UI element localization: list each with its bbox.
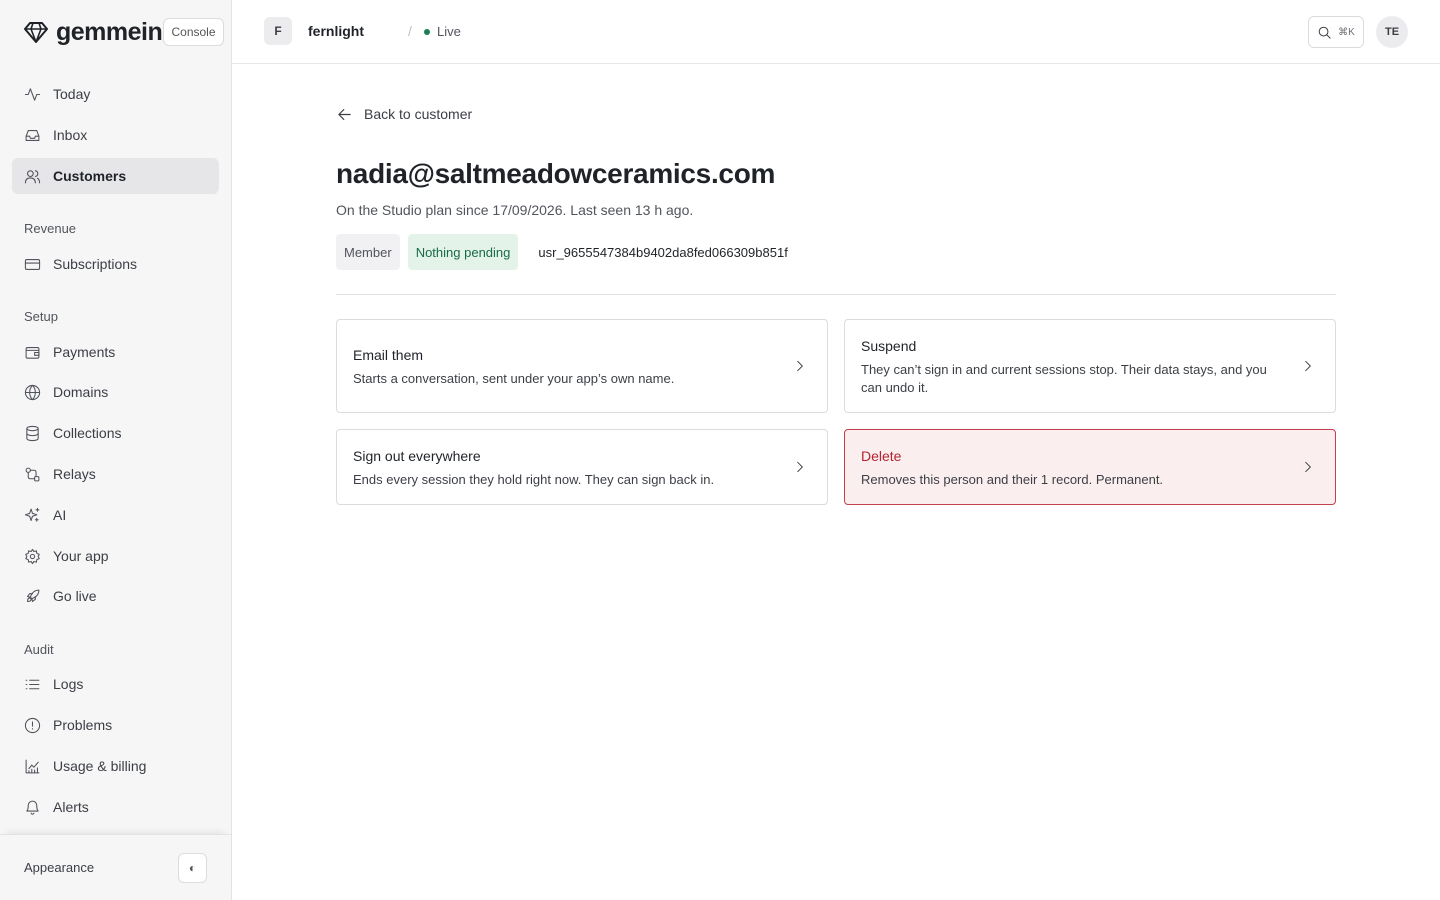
badge-row: Member Nothing pending usr_9655547384b94… xyxy=(336,234,788,270)
card-description: Ends every session they hold right now. … xyxy=(353,472,715,487)
chevron-right-icon xyxy=(793,460,807,474)
card-title: Suspend xyxy=(861,338,917,354)
sidebar-item-inbox[interactable]: Inbox xyxy=(12,117,219,153)
console-badge[interactable]: Console xyxy=(163,18,224,46)
brand-name: gemmein xyxy=(56,17,163,46)
sidebar-item-domains[interactable]: Domains xyxy=(12,374,219,410)
project-avatar[interactable]: F xyxy=(264,17,292,45)
suspend-card[interactable]: Suspend They can’t sign in and current s… xyxy=(844,319,1336,413)
sidebar-item-today[interactable]: Today xyxy=(12,76,219,112)
page-title: nadia@saltmeadowceramics.com xyxy=(336,158,776,189)
chevron-right-icon xyxy=(1301,460,1315,474)
sidebar: gemmein Console Today Inbox Customers Re… xyxy=(0,0,232,900)
activity-icon xyxy=(24,86,41,103)
brand[interactable]: gemmein xyxy=(24,17,163,46)
wallet-icon xyxy=(24,344,41,361)
sidebar-item-label: Inbox xyxy=(53,127,88,143)
sidebar-item-label: Your app xyxy=(53,548,109,564)
chevron-right-icon xyxy=(1301,359,1315,373)
user-avatar[interactable]: TE xyxy=(1376,16,1408,48)
sparkles-icon xyxy=(24,507,41,524)
gear-icon xyxy=(24,548,41,565)
delete-card[interactable]: Delete Removes this person and their 1 r… xyxy=(844,429,1336,505)
sidebar-item-label: Customers xyxy=(53,168,127,184)
search-icon xyxy=(1318,26,1331,39)
sidebar-item-label: Domains xyxy=(53,384,109,400)
sidebar-item-label: Today xyxy=(53,86,91,102)
live-status-dot xyxy=(424,28,430,35)
sidebar-item-collections[interactable]: Collections xyxy=(12,415,219,451)
search-button[interactable]: ⌘K xyxy=(1308,16,1364,48)
sidebar-item-customers[interactable]: Customers xyxy=(12,158,219,194)
environment-label: Live xyxy=(437,24,461,39)
list-icon xyxy=(24,676,41,693)
search-shortcut: ⌘K xyxy=(1338,26,1355,38)
page-subtitle: On the Studio plan since 17/09/2026. Las… xyxy=(336,202,694,218)
arrow-left-icon xyxy=(338,108,351,120)
section-label-setup: Setup xyxy=(24,309,58,324)
sidebar-item-label: Usage & billing xyxy=(53,758,147,774)
sidebar-item-label: Problems xyxy=(53,717,113,733)
card-description: They can’t sign in and current sessions … xyxy=(861,362,1267,395)
project-switcher[interactable]: fernlight xyxy=(308,23,364,39)
sidebar-item-payments[interactable]: Payments xyxy=(12,334,219,370)
appearance-label: Appearance xyxy=(24,860,95,875)
chart-icon xyxy=(24,758,41,775)
section-label-audit: Audit xyxy=(24,642,54,657)
email-them-card[interactable]: Email them Starts a conversation, sent u… xyxy=(336,319,828,413)
sidebar-item-usage-billing[interactable]: Usage & billing xyxy=(12,748,219,784)
sidebar-item-your-app[interactable]: Your app xyxy=(12,538,219,574)
globe-icon xyxy=(24,384,41,401)
sidebar-item-relays[interactable]: Relays xyxy=(12,456,219,492)
alert-circle-icon xyxy=(24,717,41,734)
sidebar-item-subscriptions[interactable]: Subscriptions xyxy=(12,246,219,282)
sidebar-item-label: AI xyxy=(53,507,67,523)
bell-icon xyxy=(24,799,41,816)
sidebar-item-ai[interactable]: AI xyxy=(12,497,219,533)
card-title: Sign out everywhere xyxy=(353,448,481,464)
topbar: F fernlight / Live ⌘K TE xyxy=(232,0,1440,64)
theme-toggle-button[interactable]: ◐ xyxy=(178,853,207,883)
back-to-customer-link[interactable]: Back to customer xyxy=(336,104,472,124)
card-description: Starts a conversation, sent under your a… xyxy=(353,371,675,386)
sidebar-footer: Appearance ◐ xyxy=(0,834,231,900)
credit-card-icon xyxy=(24,256,41,273)
sign-out-everywhere-card[interactable]: Sign out everywhere Ends every session t… xyxy=(336,429,828,505)
user-id[interactable]: usr_9655547384b9402da8fed066309b851f xyxy=(538,245,787,260)
sidebar-item-go-live[interactable]: Go live xyxy=(12,578,219,614)
back-link-label: Back to customer xyxy=(364,106,473,122)
section-label-revenue: Revenue xyxy=(24,221,77,236)
environment-switcher[interactable]: Live xyxy=(424,24,461,39)
inbox-icon xyxy=(24,127,41,144)
sidebar-item-label: Relays xyxy=(53,466,96,482)
status-badge: Nothing pending xyxy=(407,234,519,270)
sidebar-item-label: Subscriptions xyxy=(53,256,138,272)
breadcrumb-separator: / xyxy=(408,23,412,39)
rocket-icon xyxy=(24,588,41,605)
relay-icon xyxy=(24,466,41,483)
users-icon xyxy=(24,168,41,185)
chevron-right-icon xyxy=(793,359,807,373)
sidebar-item-label: Logs xyxy=(53,676,84,692)
sidebar-item-alerts[interactable]: Alerts xyxy=(12,789,219,825)
card-description: Removes this person and their 1 record. … xyxy=(861,472,1164,487)
gem-logo-icon xyxy=(24,22,48,43)
sidebar-item-label: Payments xyxy=(53,344,116,360)
sidebar-item-problems[interactable]: Problems xyxy=(12,707,219,743)
card-title: Delete xyxy=(861,448,902,464)
divider xyxy=(336,294,1336,295)
sidebar-item-label: Collections xyxy=(53,425,122,441)
database-icon xyxy=(24,425,41,442)
role-badge: Member xyxy=(336,234,400,270)
sidebar-item-logs[interactable]: Logs xyxy=(12,666,219,702)
sidebar-item-label: Alerts xyxy=(53,799,89,815)
card-title: Email them xyxy=(353,347,424,363)
sidebar-item-label: Go live xyxy=(53,588,97,604)
